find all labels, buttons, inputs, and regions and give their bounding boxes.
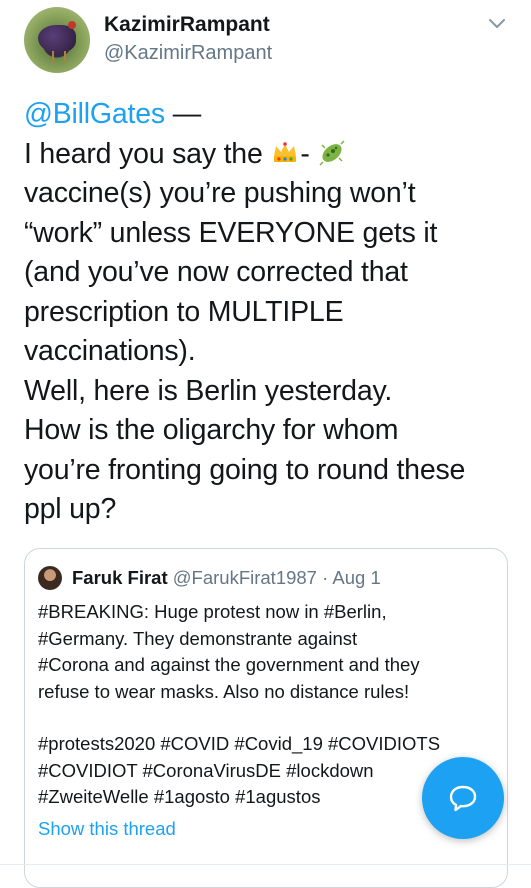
crown-emoji-icon [274, 141, 297, 162]
tweet-line-2: vaccine(s) you’re pushing won’t [24, 177, 416, 209]
quoted-line-1: #BREAKING: Huge protest now in #Berlin, [38, 601, 387, 622]
tweet-line-5: prescription to MULTIPLE [24, 295, 344, 328]
mention-dash: — [164, 98, 202, 130]
reply-fab-button[interactable] [422, 757, 504, 839]
quoted-line-4: refuse to wear masks. Also no distance r… [38, 680, 410, 702]
meta-separator: · [316, 567, 333, 588]
author-avatar[interactable] [24, 7, 90, 73]
microbe-emoji-icon [319, 139, 345, 166]
emoji-separator: - [300, 137, 310, 170]
quoted-author-name: Faruk Firat [72, 567, 168, 588]
tweet-line-7: Well, here is Berlin yesterday. [24, 374, 393, 407]
tweet-line-10: ppl up? [24, 493, 117, 525]
show-thread-link[interactable]: Show this thread [38, 818, 176, 840]
quoted-tweet-date: Aug 1 [332, 567, 381, 588]
quoted-tweet-card[interactable]: Faruk Firat @FarukFirat1987 · Aug 1 #BRE… [24, 548, 508, 888]
rooster-avatar-icon [38, 25, 76, 53]
tweet-line-8: How is the oligarchy for whom [24, 414, 399, 446]
chevron-down-icon[interactable] [488, 17, 506, 31]
tweet-line-1: I heard you say the [24, 137, 263, 170]
quoted-author-handle: @FarukFirat1987 [172, 567, 317, 588]
tweet-line-4: (and you’ve now corrected that [24, 256, 408, 288]
tweet-text: @BillGates — I heard you say the - vacci… [24, 95, 514, 530]
hashtag-line-1: #protests2020 #COVID #Covid_19 #COVIDIOT… [38, 733, 441, 754]
quoted-author-avatar [38, 566, 62, 590]
tweet-line-3: “work” unless EVERYONE gets it [24, 216, 438, 249]
bottom-divider [0, 864, 531, 865]
quoted-tweet-header: Faruk Firat @FarukFirat1987 · Aug 1 [72, 567, 381, 589]
rooster-legs [52, 51, 66, 63]
rooster-comb [68, 21, 76, 29]
quoted-line-2: #Germany. They demonstrante against [38, 627, 358, 649]
mention-link[interactable]: @BillGates [24, 98, 165, 130]
tweet-line-6: vaccinations). [24, 335, 196, 367]
tweet-line-9: you’re fronting going to round these [24, 453, 466, 486]
quoted-line-3: #Corona and against the government and t… [38, 654, 420, 675]
speech-bubble-icon [449, 785, 477, 812]
author-display-name[interactable]: KazimirRampant [104, 13, 270, 37]
author-handle[interactable]: @KazimirRampant [104, 42, 272, 65]
